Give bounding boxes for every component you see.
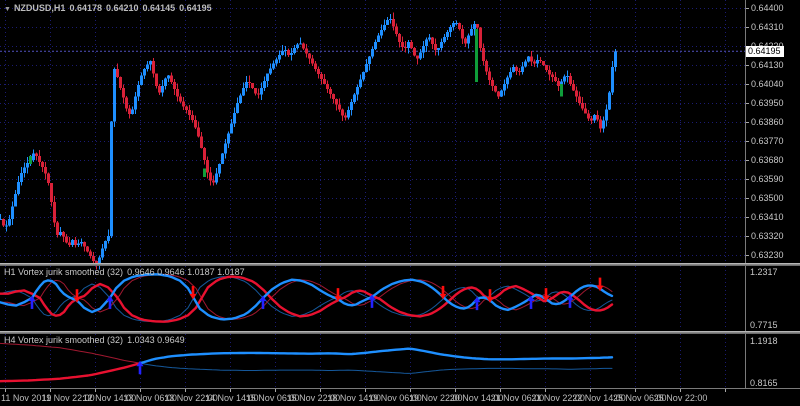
price-axis-label: 0.64130 xyxy=(751,59,784,70)
vortex-h4-vi-minus-line xyxy=(0,362,142,383)
price-axis-label: 0.63950 xyxy=(751,97,784,108)
time-axis-label: 25 Nov 22:00 xyxy=(653,393,708,403)
current-price-badge: 0.64195 xyxy=(746,46,784,58)
vortex-h1-pane xyxy=(0,273,614,323)
indicator2-label: H4 Vortex jurik smoothed (32) 1.0343 0.96… xyxy=(4,335,189,345)
vortex-h4-thin-red-line xyxy=(0,342,141,364)
ohlc-open: 0.64178 xyxy=(69,3,102,13)
symbol-period-label: NZDUSD,H1 xyxy=(13,3,66,13)
price-axis-label: 0.63410 xyxy=(751,211,784,222)
time-axis-border xyxy=(0,388,800,389)
price-axis-label: 0.63860 xyxy=(751,116,784,127)
pane-separator-1[interactable] xyxy=(0,263,800,266)
price-axis-label: 0.64310 xyxy=(751,21,784,32)
price-axis-label: 0.63680 xyxy=(751,154,784,165)
price-axis-label: 0.63230 xyxy=(751,249,784,260)
price-axis-label: 0.63500 xyxy=(751,192,784,203)
chart-title: ▼ NZDUSD,H1 0.64178 0.64210 0.64145 0.64195 xyxy=(4,3,216,13)
indicator2-max-label: 1.1918 xyxy=(750,336,778,346)
chart-menu-icon[interactable]: ▼ xyxy=(4,6,11,13)
indicator1-name: H1 Vortex jurik smoothed (32) xyxy=(4,267,124,277)
indicator2-values: 1.0343 0.9649 xyxy=(127,335,185,345)
indicator1-label: H1 Vortex jurik smoothed (32) 0.9646 0.96… xyxy=(4,267,249,277)
price-axis-label: 0.63320 xyxy=(751,230,784,241)
price-axis-border xyxy=(745,0,746,388)
indicator1-min-label: 0.7715 xyxy=(750,320,778,330)
price-axis-label: 0.63770 xyxy=(751,135,784,146)
vortex-h4-vi-plus-line xyxy=(138,347,614,365)
price-axis-label: 0.64040 xyxy=(751,78,784,89)
price-axis-label: 0.64400 xyxy=(751,3,784,13)
price-axis-label: 0.63590 xyxy=(751,173,784,184)
ohlc-close: 0.64195 xyxy=(179,3,212,13)
vortex-h4-pane xyxy=(0,342,614,383)
indicator1-values: 0.9646 0.9646 1.0187 1.0187 xyxy=(127,267,245,277)
mt4-chart-window: ▼ NZDUSD,H1 0.64178 0.64210 0.64145 0.64195 H… xyxy=(0,0,800,406)
indicator2-name: H4 Vortex jurik smoothed (32) xyxy=(4,335,124,345)
ohlc-high: 0.64210 xyxy=(106,3,139,13)
vortex-h1-vi-plus-line xyxy=(0,273,614,321)
pane-separator-2[interactable] xyxy=(0,331,800,334)
indicator2-min-label: 0.8165 xyxy=(750,378,778,388)
vortex-h4-thin-blue-line xyxy=(139,362,613,374)
ohlc-low: 0.64145 xyxy=(142,3,176,13)
indicator1-max-label: 1.2317 xyxy=(750,267,778,277)
chart-canvas[interactable] xyxy=(0,0,800,406)
